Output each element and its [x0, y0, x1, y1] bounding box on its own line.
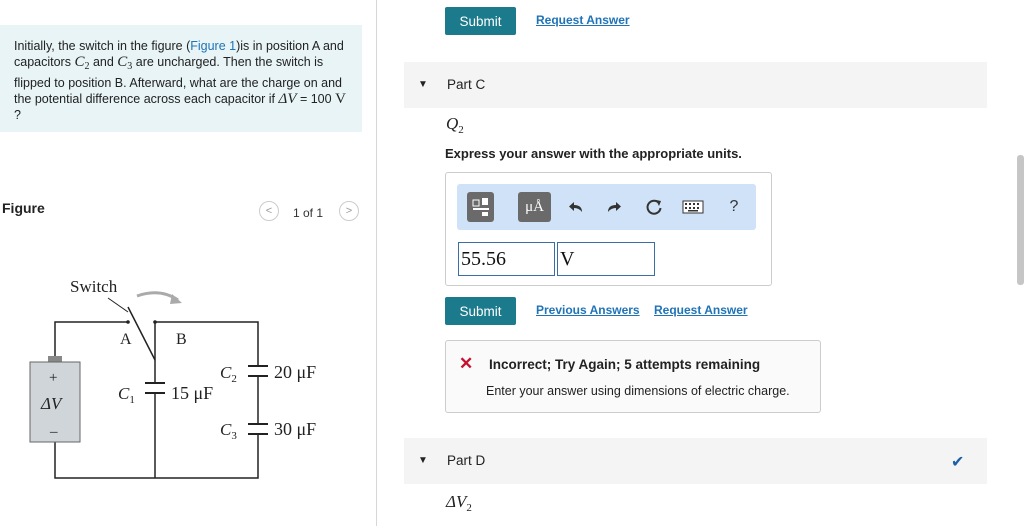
part-c-instruction: Express your answer with the appropriate… — [445, 146, 742, 161]
battery-terminal — [48, 356, 62, 362]
symbol-c3: C3 — [117, 54, 133, 72]
previous-answers-link[interactable]: Previous Answers — [536, 303, 640, 317]
battery-minus-label: – — [49, 424, 58, 440]
c1-label: C1 — [118, 384, 135, 406]
request-answer-link-top[interactable]: Request Answer — [536, 13, 630, 27]
caret-down-icon: ▼ — [418, 79, 428, 90]
part-c-header[interactable] — [404, 62, 987, 108]
c3-value: 30 μF — [274, 419, 316, 439]
symbol-delta-v: ΔV — [278, 91, 297, 107]
feedback-body: Enter your answer using dimensions of el… — [486, 384, 790, 398]
help-icon[interactable]: ? — [721, 192, 747, 222]
wire-top-right — [155, 321, 259, 366]
figure-link[interactable]: Figure 1 — [190, 39, 236, 53]
position-b-label: B — [176, 331, 187, 348]
wire-top-left — [54, 321, 128, 358]
redo-icon[interactable] — [601, 192, 627, 222]
c3-label: C3 — [220, 420, 237, 442]
chevron-left-icon: < — [265, 205, 273, 217]
chevron-right-icon: > — [345, 205, 353, 217]
figure-pager-text: 1 of 1 — [293, 206, 324, 220]
request-answer-link[interactable]: Request Answer — [654, 303, 748, 317]
error-x-icon: ✕ — [459, 354, 474, 373]
figure-heading: Figure — [2, 200, 45, 216]
scrollbar-thumb[interactable] — [1017, 155, 1024, 285]
battery-delta-v-label: ΔV — [40, 394, 64, 413]
switch-label: Switch — [70, 277, 118, 296]
problem-statement: Initially, the switch in the figure (Fig… — [14, 38, 354, 123]
problem-text-1: Initially, the switch in the figure ( — [14, 39, 191, 53]
switch-arrowhead-icon — [170, 294, 182, 304]
units-icon[interactable]: μÅ — [518, 192, 551, 222]
switch-blade — [127, 306, 156, 361]
feedback-title: Incorrect; Try Again; 5 attempts remaini… — [489, 357, 761, 372]
problem-text-3: and — [89, 55, 118, 69]
switch-pointer-line — [107, 297, 129, 313]
symbol-c2: C2 — [74, 54, 90, 72]
undo-icon[interactable] — [563, 192, 589, 222]
submit-button[interactable]: Submit — [445, 297, 516, 325]
wire-bottom — [54, 434, 259, 479]
checkmark-icon: ✔ — [951, 454, 965, 471]
next-figure-button[interactable]: > — [339, 201, 359, 221]
reset-icon[interactable] — [641, 192, 667, 222]
submit-button-top[interactable]: Submit — [445, 7, 516, 35]
part-d-quantity: ΔV2 — [446, 492, 472, 514]
position-a-label: A — [120, 331, 132, 348]
unit-input[interactable]: V — [557, 242, 655, 276]
symbol-volt: V — [335, 91, 346, 107]
value-input[interactable]: 55.56 — [458, 242, 555, 276]
template-icon[interactable] — [467, 192, 494, 222]
feedback-box — [445, 340, 821, 413]
column-divider — [376, 0, 377, 526]
c2-value: 20 μF — [274, 362, 316, 382]
problem-text-5: = 100 — [296, 92, 336, 106]
keyboard-icon[interactable] — [679, 192, 707, 222]
math-toolbar: μÅ ? — [457, 184, 756, 230]
part-d-header[interactable] — [404, 438, 987, 484]
caret-down-icon-d: ▼ — [418, 455, 428, 466]
circuit-figure: Switch A B + ΔV – C1 15 μF C2 20 μF C3 3… — [29, 277, 316, 479]
part-d-title: Part D — [447, 453, 486, 468]
part-c-quantity: Q2 — [446, 114, 464, 136]
c1-value: 15 μF — [171, 383, 213, 403]
part-c-title: Part C — [447, 77, 486, 92]
c2-label: C2 — [220, 363, 237, 385]
prev-figure-button[interactable]: < — [259, 201, 279, 221]
problem-text-6: ? — [14, 108, 21, 122]
battery-plus-label: + — [49, 370, 57, 386]
